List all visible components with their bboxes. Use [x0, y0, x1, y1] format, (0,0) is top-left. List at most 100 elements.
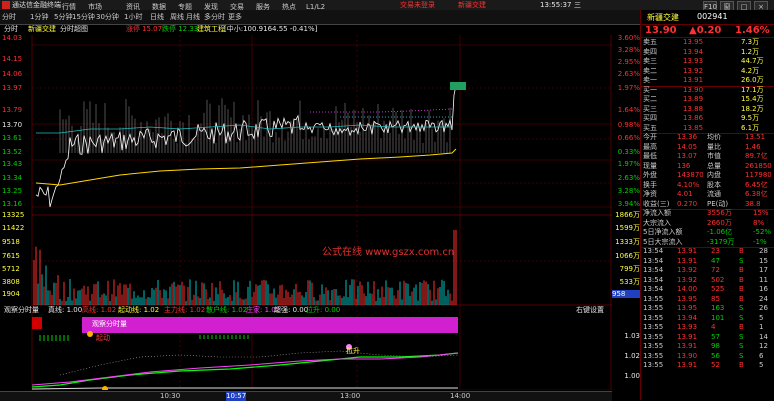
menu-fenshi[interactable]: 分时 [2, 10, 16, 24]
stat-value: 4.10% [677, 180, 700, 189]
ask-label: 卖三 [643, 57, 657, 65]
tick-direction: S [739, 332, 744, 341]
stock-name-tag: 新疆交建 [458, 1, 486, 9]
stat-row: 现量 136 总量 261850 [641, 162, 774, 172]
ask-price: 13.91 [683, 76, 704, 84]
stat-value: 261850 [745, 161, 772, 170]
menu-shuju[interactable]: 数据 [152, 0, 166, 14]
stat-row: 收益(三) 0.270 PE(动) 38.8 [641, 200, 774, 210]
tick-price: 13.90 [677, 351, 698, 360]
chart-canvas[interactable] [0, 35, 612, 390]
indicator-red-block [32, 317, 42, 329]
flow-value: 2660万 [707, 218, 732, 227]
tick-volume: 4 [711, 323, 716, 331]
volume-tick: 9518 [2, 238, 20, 246]
tick-price: 13.91 [677, 332, 698, 341]
menu-jiaoyi[interactable]: 交易 [230, 0, 244, 14]
tick-time: 13:55 [643, 323, 664, 331]
price-tick: 13.70 [2, 121, 23, 129]
stat-value: 14.05 [677, 142, 698, 151]
tick-direction: B [739, 323, 744, 331]
tick-row: 13:54 13.92 72 B 17 [641, 266, 774, 276]
tick-volume: 72 [711, 266, 720, 274]
stat-value: 89.7亿 [745, 152, 768, 160]
tick-count: 12 [759, 342, 768, 350]
bid-row: 买一 13.90 17.1万 [641, 86, 774, 96]
weekday: 三 [574, 1, 581, 9]
bid-price: 13.85 [683, 123, 704, 132]
menu-redian[interactable]: 热点 [282, 0, 296, 14]
menu-shichang[interactable]: 市场 [88, 0, 102, 14]
tick-volume: 56 [711, 351, 720, 360]
tick-volume: 98 [711, 342, 720, 350]
pct-tick: 3.28% [617, 187, 640, 195]
volume-tick: 13325 [2, 211, 25, 219]
start-marker-icon-2 [87, 331, 93, 337]
menu-faxian[interactable]: 发现 [204, 0, 218, 14]
trade-login-status[interactable]: 交易未登录 [400, 0, 435, 10]
last-price: 13.90 [645, 25, 677, 36]
tick-time: 13:54 [643, 247, 664, 255]
bid-label: 买四 [643, 114, 657, 122]
flow-value: -3179万 [707, 237, 735, 246]
tick-count: 11 [759, 275, 768, 284]
tick-row: 13:55 13.91 57 S 14 [641, 333, 774, 343]
tick-direction: B [739, 266, 744, 274]
ask-volume: 4.2万 [741, 66, 760, 75]
menu-l1l2[interactable]: L1/L2 [306, 0, 325, 14]
limit-down: 跌停 12.33 [162, 25, 199, 33]
menu-1min[interactable]: 1分钟 [30, 10, 48, 24]
tick-price: 13.94 [677, 313, 698, 322]
pct-tick: 2.63% [617, 70, 640, 78]
tick-count: 16 [759, 285, 768, 293]
pct-tick: 3.94% [617, 200, 640, 208]
tick-direction: S [739, 256, 744, 265]
stat-label: 量比 [707, 142, 721, 151]
tick-direction: S [739, 304, 744, 312]
tick-time: 13:55 [643, 342, 664, 350]
tab-fenshi-chaotu[interactable]: 分时超图 [60, 24, 88, 35]
stat-value: 4.01 [677, 190, 693, 198]
tick-price: 13.92 [677, 266, 698, 274]
tick-volume: 85 [711, 294, 720, 303]
tick-count: 28 [759, 247, 768, 255]
menu-zixun[interactable]: 资讯 [126, 0, 140, 14]
flow-row: 5日净流入额 -1.06亿 -52% [641, 228, 774, 238]
tick-time: 13:55 [643, 332, 664, 341]
app-title: 通达信金融终端 [12, 1, 61, 9]
breakout-marker [450, 82, 466, 90]
bid-label: 买五 [643, 123, 657, 132]
price-tick: 14.15 [2, 55, 23, 63]
indicator-tick: 1.03 [624, 332, 640, 340]
limit-up-price: 15.07 [142, 25, 163, 33]
tick-count: 6 [759, 351, 764, 360]
menu-zhuanti[interactable]: 专题 [178, 0, 192, 14]
tick-count: 5 [759, 313, 764, 322]
tick-row: 13:55 13.93 4 B 1 [641, 323, 774, 333]
price-tick: 13.61 [2, 134, 23, 142]
tick-count: 1 [759, 323, 764, 331]
tick-volume: 57 [711, 332, 720, 341]
stat-label: 流通 [707, 190, 721, 198]
stat-row: 最高 14.05 量比 1.46 [641, 143, 774, 153]
bid-volume: 15.4万 [741, 95, 764, 103]
bid-price: 13.88 [683, 104, 704, 113]
bid-label: 买二 [643, 95, 657, 103]
ask-volume: 26.0万 [741, 76, 764, 84]
menu-fuwu[interactable]: 服务 [256, 0, 270, 14]
indicator-name[interactable]: 观察分时量 [4, 305, 39, 315]
amount-tick: 1333万 [615, 238, 640, 246]
right-click-settings[interactable]: 右键设置 [576, 305, 604, 315]
indicator-tick: 1.00 [624, 372, 640, 380]
pct-tick: 0.66% [617, 134, 640, 142]
indicator-param-e: 散户线: 1.02 [206, 306, 248, 314]
app-logo-icon [2, 1, 10, 9]
tick-row: 13:55 13.90 56 S 6 [641, 352, 774, 362]
stat-row: 最低 13.07 市值 89.7亿 [641, 152, 774, 162]
tick-direction: B [739, 247, 744, 255]
tick-time: 13:55 [643, 351, 664, 360]
sector[interactable]: 建筑工程 [197, 24, 225, 35]
ask-volume: 44.7万 [741, 57, 764, 65]
tick-time: 13:55 [643, 313, 664, 322]
menu-hangqing[interactable]: 行情 [62, 0, 76, 14]
